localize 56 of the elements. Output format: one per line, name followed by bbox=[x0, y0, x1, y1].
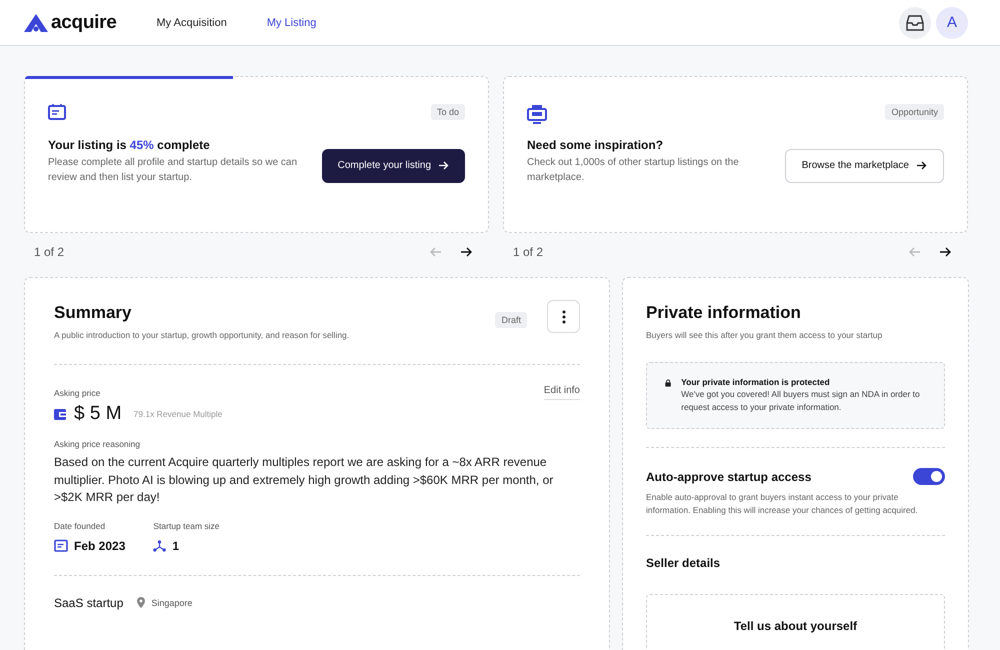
reasoning-text: Based on the current Acquire quarterly multiples report we are asking for a ~8x ARR revenue multiplier. Photo AI is blowing up and extremely high growth adding >$60K MRR per month, or >$2K MRR per day! bbox=[54, 454, 554, 506]
setting-description: Enable auto-approval to grant buyers instant access to your private information. Enabling this will increase your chances of getting acquired. bbox=[646, 491, 919, 517]
notice-title: Your private information is protected bbox=[681, 377, 831, 387]
field-label: Startup team size bbox=[153, 520, 220, 530]
team-size: 1 bbox=[172, 538, 180, 552]
asking-price: $ 5 M bbox=[74, 403, 122, 425]
card-description: Check out 1,000s of other startup listings on the marketplace. bbox=[527, 156, 740, 185]
notice-text: We've got you covered! All buyers must sign an NDA in order to request access to your private information. bbox=[681, 388, 921, 414]
setting-title: Auto-approve startup access bbox=[646, 470, 812, 484]
founded-date: Feb 2023 bbox=[74, 538, 126, 552]
page-indicator: 1 of 2 bbox=[34, 245, 64, 259]
field-label: Asking price bbox=[54, 388, 100, 398]
card-button[interactable]: Complete your listing bbox=[322, 148, 465, 182]
avatar[interactable]: A bbox=[936, 6, 968, 38]
calendar-icon bbox=[48, 104, 66, 120]
card-title: Need some inspiration? bbox=[527, 138, 664, 152]
network-icon bbox=[153, 540, 166, 552]
status-badge: Draft bbox=[495, 312, 527, 328]
panel-subtitle: A public introduction to your startup, growth opportunity, and reason for selling. bbox=[54, 329, 350, 342]
logo-text: acquire bbox=[51, 12, 116, 34]
card-description: Please complete all profile and startup details so we can review and then list your startup. bbox=[48, 156, 298, 185]
arrow-left-icon bbox=[429, 247, 441, 257]
storefront-icon bbox=[527, 104, 547, 124]
card-title: Your listing is 45% complete bbox=[48, 138, 211, 152]
field-label: Asking price reasoning bbox=[54, 439, 141, 449]
status-badge: To do bbox=[430, 104, 465, 120]
arrow-right-icon bbox=[461, 247, 473, 257]
arrow-left-icon bbox=[908, 247, 920, 257]
wallet-icon bbox=[54, 408, 66, 420]
nav-link[interactable]: My Acquisition bbox=[156, 16, 227, 28]
location-text: Singapore bbox=[151, 598, 192, 608]
startup-type: SaaS startup bbox=[54, 596, 124, 610]
edit-link[interactable]: Edit info bbox=[544, 385, 580, 400]
card-button[interactable]: Browse the marketplace bbox=[784, 148, 944, 182]
inbox-icon bbox=[906, 14, 924, 30]
toggle-switch[interactable] bbox=[913, 468, 945, 485]
more-button[interactable] bbox=[547, 300, 580, 333]
arrow-right-icon bbox=[940, 247, 952, 257]
revenue-multiple: 79.1x Revenue Multiple bbox=[134, 409, 222, 419]
panel-title: Private information bbox=[646, 303, 802, 323]
more-icon bbox=[562, 310, 566, 324]
status-badge: Opportunity bbox=[885, 104, 944, 120]
arrow-right-icon bbox=[917, 161, 927, 170]
panel-title: Summary bbox=[54, 303, 132, 323]
calendar-icon bbox=[54, 539, 68, 552]
inbox-button[interactable] bbox=[899, 6, 931, 38]
section-title: Seller details bbox=[646, 556, 722, 570]
prompt-text: Tell us about yourself bbox=[734, 619, 858, 635]
location-pin-icon bbox=[137, 597, 146, 608]
page-indicator: 1 of 2 bbox=[513, 245, 544, 259]
field-label: Date founded bbox=[54, 520, 106, 530]
arrow-right-icon bbox=[439, 161, 449, 170]
lock-icon bbox=[665, 377, 672, 389]
nav-link[interactable]: My Listing bbox=[266, 16, 316, 28]
panel-subtitle: Buyers will see this after you grant them access to your startup bbox=[646, 329, 884, 342]
logo-icon bbox=[24, 14, 48, 32]
